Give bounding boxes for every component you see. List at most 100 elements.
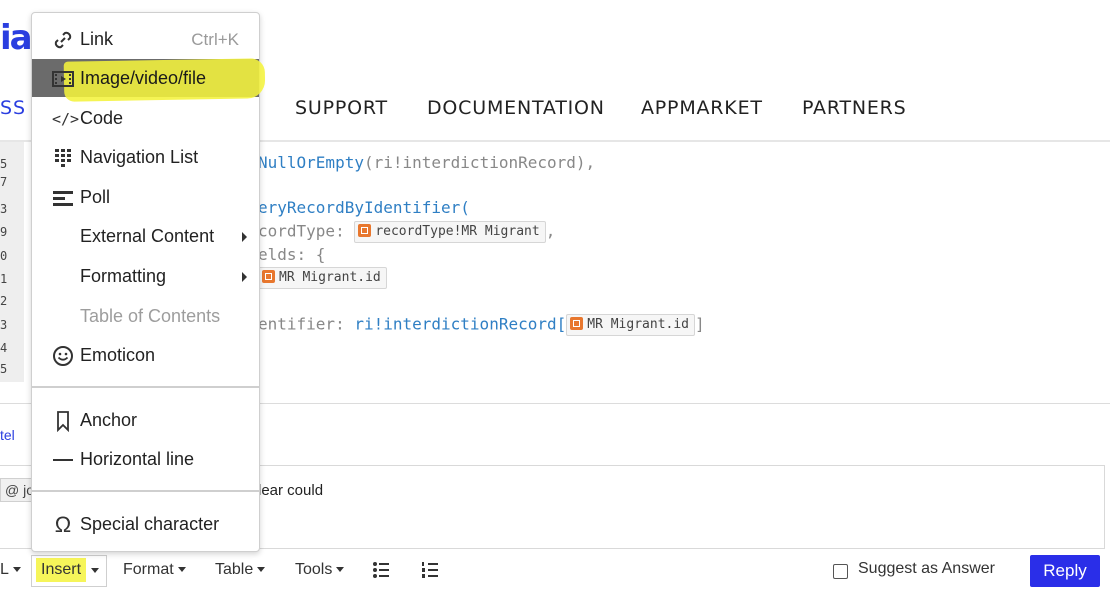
- menu-item-label: Code: [80, 108, 124, 128]
- code-line: entifier: ri!interdictionRecord[ MR Migra…: [258, 314, 705, 336]
- submenu-arrow-icon: [242, 272, 247, 282]
- menu-divider: [32, 386, 259, 388]
- grid-icon: [55, 149, 71, 167]
- line-number: 2: [0, 294, 8, 308]
- toolbar-partial-label: L: [0, 561, 9, 578]
- chevron-down-icon: [177, 567, 186, 573]
- code-gutter: 5 7 3 9 0 1 2 3 4 5: [0, 142, 24, 382]
- menu-item-formatting[interactable]: Formatting: [32, 257, 259, 295]
- code-icon: </>: [52, 110, 80, 128]
- editor-text[interactable]: lear could: [258, 482, 323, 499]
- menu-item-label: Formatting: [80, 266, 167, 286]
- code-token: entifier:: [258, 314, 355, 334]
- insert-dropdown-menu: Link Ctrl+K Image/video/file </> Code Na…: [31, 12, 266, 552]
- menu-item-label: Image/video/file: [80, 68, 207, 88]
- menu-item-table-of-contents: Table of Contents: [32, 297, 259, 335]
- code-token: ,: [545, 221, 556, 241]
- code-token: eryRecordByIdentifier(: [258, 198, 470, 217]
- chevron-down-icon: [12, 567, 21, 573]
- record-field-icon: [570, 317, 584, 330]
- nav-documentation[interactable]: DOCUMENTATION: [427, 97, 605, 119]
- menu-divider: [32, 490, 259, 492]
- submenu-arrow-icon: [242, 232, 247, 242]
- menu-item-label: Emoticon: [80, 345, 156, 365]
- menu-item-code[interactable]: </> Code: [32, 99, 259, 137]
- menu-item-link[interactable]: Link Ctrl+K: [32, 20, 259, 58]
- line-number: 3: [0, 202, 8, 216]
- chevron-down-icon: [91, 568, 99, 573]
- bullet-list-icon[interactable]: [372, 561, 390, 579]
- code-token: ]: [695, 314, 705, 334]
- nav-appmarket[interactable]: APPMARKET: [641, 97, 763, 119]
- chip-label: MR Migrant.id: [587, 317, 689, 332]
- code-token: elds: {: [258, 245, 326, 264]
- chip-label: MR Migrant.id: [279, 270, 381, 285]
- link-icon: [54, 31, 72, 49]
- suggest-answer-label[interactable]: Suggest as Answer: [858, 560, 995, 578]
- menu-item-label: Special character: [80, 514, 220, 534]
- code-line: MR Migrant.id: [258, 267, 387, 289]
- reply-button[interactable]: Reply: [1030, 555, 1100, 587]
- menu-item-label: Poll: [80, 187, 111, 207]
- line-number: 9: [0, 225, 8, 239]
- line-number: 0: [0, 249, 8, 263]
- toolbar-partial-button[interactable]: L: [0, 561, 21, 579]
- menu-item-horizontal-line[interactable]: Horizontal line: [32, 440, 259, 478]
- menu-item-label: External Content: [80, 226, 215, 246]
- menu-item-poll[interactable]: Poll: [32, 178, 259, 216]
- omega-icon: Ω: [54, 512, 72, 537]
- chip-label: recordType!MR Migrant: [375, 224, 540, 239]
- bookmark-icon: [57, 411, 69, 432]
- menu-item-anchor[interactable]: Anchor: [32, 401, 259, 439]
- menu-item-emoticon[interactable]: Emoticon: [32, 336, 259, 374]
- smiley-icon: [53, 346, 73, 366]
- format-label: Format: [123, 561, 174, 578]
- code-line: elds: {: [258, 245, 325, 264]
- menu-item-special-character[interactable]: Ω Special character: [32, 505, 259, 543]
- code-token: ri!interdictionRecord[: [354, 314, 567, 334]
- line-number: 3: [0, 318, 8, 332]
- menu-item-label: Horizontal line: [80, 449, 195, 469]
- insert-label[interactable]: Insert: [41, 561, 81, 579]
- nav-support[interactable]: SUPPORT: [295, 97, 388, 119]
- shortcut-hint: Ctrl+K: [191, 30, 239, 49]
- line-number: 7: [0, 175, 8, 189]
- code-line: NullOrEmpty(ri!interdictionRecord),: [258, 153, 595, 172]
- table-menu-button[interactable]: Table: [215, 561, 266, 579]
- code-line: eryRecordByIdentifier(: [258, 198, 470, 217]
- code-token: cordType:: [258, 221, 355, 241]
- format-menu-button[interactable]: Format: [123, 561, 186, 579]
- nav-item-partial[interactable]: SS: [0, 97, 26, 119]
- poll-icon: [53, 191, 73, 206]
- chevron-down-icon: [257, 567, 266, 573]
- menu-item-label: Table of Contents: [80, 306, 221, 326]
- menu-item-navigation-list[interactable]: Navigation List: [32, 138, 259, 176]
- tools-label: Tools: [295, 561, 333, 578]
- record-type-chip[interactable]: recordType!MR Migrant: [354, 221, 546, 243]
- site-logo[interactable]: ia: [0, 18, 33, 58]
- code-line: cordType: recordType!MR Migrant,: [258, 221, 555, 243]
- film-icon: [52, 71, 74, 87]
- menu-item-external-content[interactable]: External Content: [32, 217, 259, 255]
- menu-item-label: Anchor: [80, 410, 138, 430]
- record-field-chip[interactable]: MR Migrant.id: [258, 267, 387, 289]
- record-field-icon: [262, 270, 275, 283]
- horizontal-line-icon: [53, 459, 73, 461]
- nav-partners[interactable]: PARTNERS: [802, 97, 907, 119]
- line-number: 5: [0, 157, 8, 171]
- menu-item-label: Link: [80, 29, 114, 49]
- tools-menu-button[interactable]: Tools: [295, 561, 345, 579]
- record-field-chip[interactable]: MR Migrant.id: [566, 314, 695, 336]
- record-type-icon: [358, 224, 372, 237]
- menu-item-label: Navigation List: [80, 147, 199, 167]
- tel-link[interactable]: tel: [0, 427, 15, 443]
- line-number: 4: [0, 341, 8, 355]
- code-token: NullOrEmpty: [258, 153, 364, 172]
- line-number: 5: [0, 362, 8, 376]
- line-number: 1: [0, 272, 8, 286]
- table-label: Table: [215, 561, 254, 578]
- code-token: (ri!interdictionRecord),: [363, 153, 596, 172]
- numbered-list-icon[interactable]: [421, 561, 439, 579]
- menu-item-image-video-file-content[interactable]: Image/video/file: [32, 59, 259, 97]
- suggest-answer-checkbox[interactable]: [833, 564, 848, 579]
